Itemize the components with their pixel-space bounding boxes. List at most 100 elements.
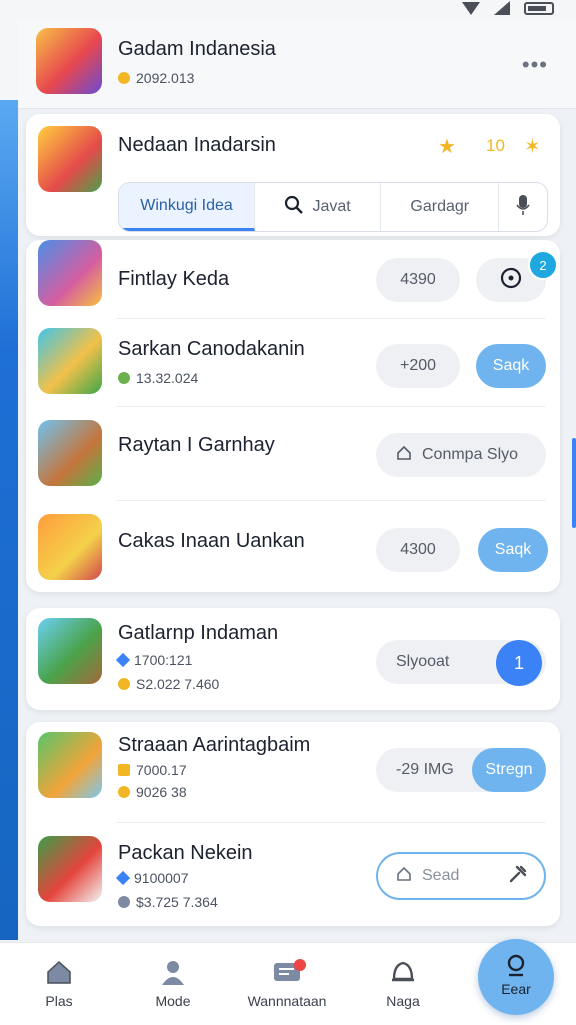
game-stat-2-text: $3.725 7.364 <box>136 894 218 910</box>
game-thumbnail[interactable] <box>38 618 102 684</box>
compare-button[interactable]: Conmpa Slyo <box>376 433 546 477</box>
header-game-thumbnail[interactable] <box>36 28 102 94</box>
game-stat-1-text: 7000.17 <box>136 762 187 778</box>
header-subtitle-text: 2092.013 <box>136 70 195 86</box>
game-stat-1: 1700:121 <box>115 652 193 668</box>
game-title: Fintlay Keda <box>118 268 230 290</box>
scroll-indicator[interactable] <box>572 438 576 528</box>
nav-label: Plas <box>45 993 73 1009</box>
signal-icon <box>494 1 510 15</box>
game-thumbnail[interactable] <box>38 836 102 902</box>
compare-label: Conmpa Slyo <box>422 446 519 463</box>
nav-item-naga[interactable]: Naga <box>348 957 458 1009</box>
gem-icon <box>115 870 131 886</box>
game-card-group: Straaan Aarintagbaim 7000.17 9026 38 -29… <box>26 722 560 926</box>
profile-icon <box>503 953 529 979</box>
nav-label: Mode <box>155 993 191 1009</box>
nav-item-eear[interactable]: Eear <box>478 939 554 1015</box>
tab-right[interactable]: Gardagr <box>381 183 500 231</box>
game-title: Gatlarnp Indaman <box>118 622 279 644</box>
game-stat-1: 7000.17 <box>118 762 187 778</box>
nav-label: Wannnataan <box>247 993 327 1009</box>
message-icon <box>272 957 306 987</box>
nav-item-plas[interactable]: Plas <box>4 957 114 1009</box>
game-thumbnail[interactable] <box>38 328 102 394</box>
divider <box>116 822 546 823</box>
more-options-button[interactable]: ••• <box>522 52 548 78</box>
user-icon <box>158 957 188 987</box>
bottom-navigation: Plas Mode Wannnataan Naga Eear <box>0 939 576 1025</box>
game-stat-2-text: 9026 38 <box>136 784 187 800</box>
tools-icon <box>508 864 528 889</box>
seed-label: Sead <box>422 867 460 884</box>
action-button[interactable]: Saqk <box>476 344 546 388</box>
featured-title: Nedaan Inadarsin <box>118 134 276 156</box>
game-card[interactable]: Gatlarnp Indaman 1700:121 S2.022 7.460 S… <box>26 608 560 710</box>
divider <box>116 500 546 501</box>
game-subtitle-text: 13.32.024 <box>136 370 199 386</box>
top-header: Gadam Indanesia 2092.013 ••• <box>18 20 576 109</box>
sparkle-icon[interactable]: ✶ <box>524 134 541 159</box>
left-side-rail <box>0 100 18 940</box>
search-query: Javat <box>312 198 351 215</box>
download-button[interactable]: 1 <box>496 640 542 686</box>
battery-icon <box>524 1 554 15</box>
gem-icon <box>115 652 131 668</box>
divider <box>116 318 546 319</box>
action-button[interactable]: Stregn <box>472 748 546 792</box>
nav-label: Eear <box>501 981 531 997</box>
game-thumbnail[interactable] <box>38 420 102 486</box>
target-icon <box>500 267 522 294</box>
game-stat-1-text: 9100007 <box>134 870 189 886</box>
featured-card[interactable]: Nedaan Inadarsin ★ 10 ✶ Winkugi Idea Jav… <box>26 114 560 236</box>
divider <box>116 406 546 407</box>
mic-icon <box>516 194 530 221</box>
level-icon[interactable]: 10 <box>486 136 505 156</box>
nav-item-wannnataan[interactable]: Wannnataan <box>232 957 342 1009</box>
tab-active[interactable]: Winkugi Idea <box>119 183 256 231</box>
game-title: Sarkan Canodakanin <box>118 338 305 360</box>
game-thumbnail[interactable] <box>38 514 102 580</box>
wallet-icon <box>118 896 130 908</box>
score-pill[interactable]: 4300 <box>376 528 460 572</box>
home-icon <box>396 445 412 466</box>
nav-item-mode[interactable]: Mode <box>118 957 228 1009</box>
header-title: Gadam Indanesia <box>118 38 276 60</box>
score-pill[interactable]: +200 <box>376 344 460 388</box>
featured-thumbnail[interactable] <box>38 126 102 192</box>
notification-dot <box>294 959 306 971</box>
game-stat-2: 9026 38 <box>118 784 187 800</box>
header-subtitle: 2092.013 <box>118 70 194 86</box>
game-stat-2: S2.022 7.460 <box>118 676 219 692</box>
coin-icon <box>118 72 130 84</box>
coin-icon <box>118 786 130 798</box>
search-icon <box>284 195 304 220</box>
game-subtitle: 13.32.024 <box>118 370 198 386</box>
mic-button[interactable] <box>499 183 547 231</box>
search-input[interactable]: Javat <box>255 183 382 231</box>
seed-button[interactable]: Sead <box>376 852 546 900</box>
game-stat-1-text: 1700:121 <box>134 652 193 668</box>
wifi-icon <box>462 1 480 15</box>
game-stat-1: 9100007 <box>115 870 189 886</box>
nav-label: Naga <box>386 993 420 1009</box>
coin-icon <box>118 678 130 690</box>
home-icon <box>44 957 74 987</box>
left-rail-top <box>0 20 18 100</box>
game-title: Raytan I Garnhay <box>118 434 275 456</box>
game-thumbnail[interactable] <box>38 240 102 306</box>
notification-badge: 2 <box>528 250 558 280</box>
game-stat-2: $3.725 7.364 <box>118 894 218 910</box>
game-stat-2-text: S2.022 7.460 <box>136 676 220 692</box>
game-title: Straaan Aarintagbaim <box>118 734 311 756</box>
game-title: Packan Nekein <box>118 842 253 864</box>
game-title: Cakas Inaan Uankan <box>118 530 305 552</box>
stat-icon <box>118 372 130 384</box>
star-icon[interactable]: ★ <box>438 134 456 159</box>
action-button[interactable]: Saqk <box>478 528 548 572</box>
search-bar[interactable]: Winkugi Idea Javat Gardagr <box>118 182 548 232</box>
home-icon <box>396 866 412 887</box>
status-bar <box>0 0 576 20</box>
game-thumbnail[interactable] <box>38 732 102 798</box>
score-pill[interactable]: 4390 <box>376 258 460 302</box>
